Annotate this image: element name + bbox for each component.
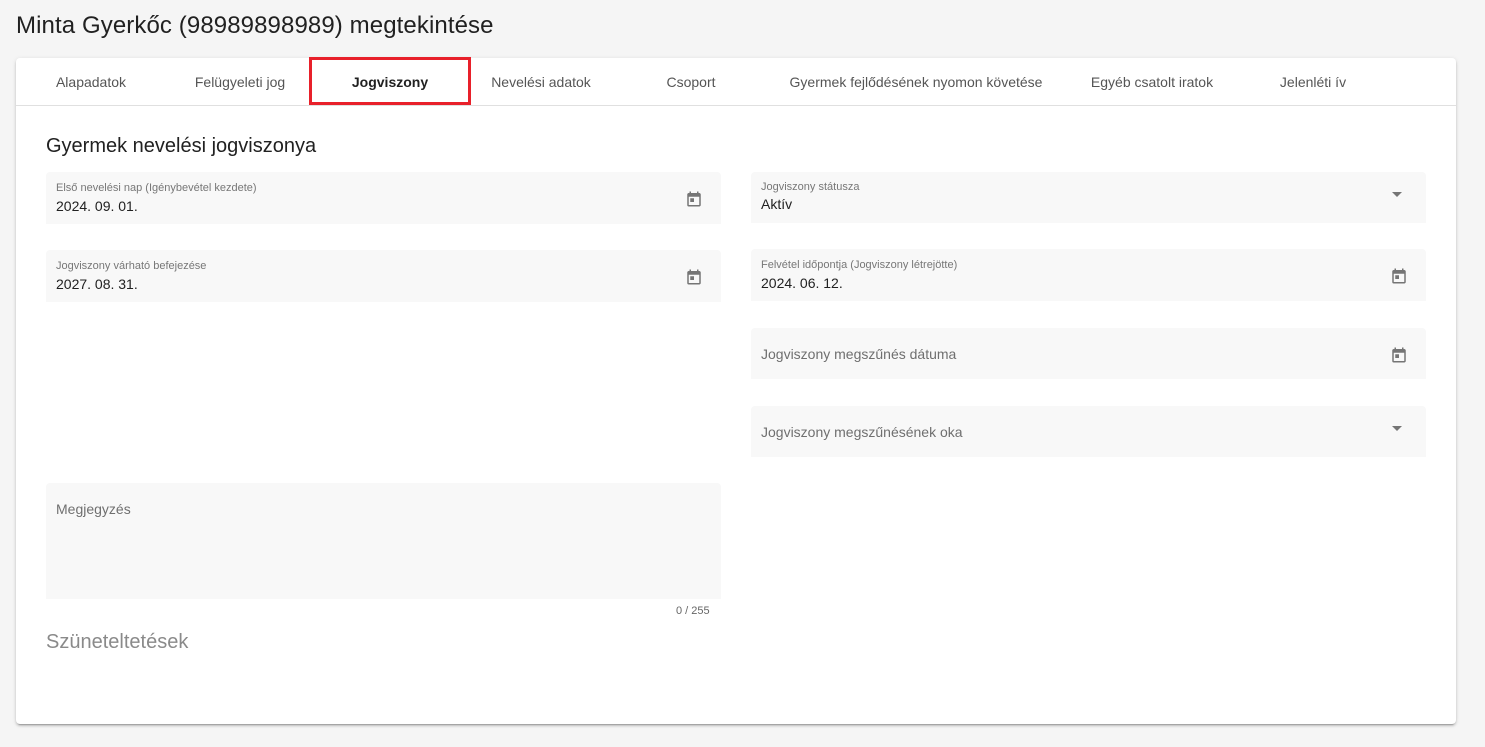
tab-jogviszony[interactable]: Jogviszony	[314, 58, 466, 106]
status-value: Aktív	[761, 196, 793, 212]
status-select[interactable]: Jogviszony státusza Aktív	[751, 172, 1426, 223]
expected-end-value: 2027. 08. 31.	[56, 276, 138, 292]
first-day-label: Első nevelési nap (Igénybevétel kezdete)	[56, 182, 257, 194]
termination-reason-select[interactable]: Jogviszony megszűnésének oka	[751, 406, 1426, 457]
tab-nevelesi-adatok[interactable]: Nevelési adatok	[466, 58, 616, 106]
tab-alapadatok[interactable]: Alapadatok	[16, 58, 166, 106]
note-textarea[interactable]: Megjegyzés	[46, 483, 721, 599]
calendar-icon[interactable]	[685, 268, 703, 286]
main-card: Alapadatok Felügyeleti jog Jogviszony Ne…	[16, 57, 1456, 724]
tab-gyermek-fejlodes[interactable]: Gyermek fejlődésének nyomon követése	[766, 58, 1066, 106]
calendar-icon[interactable]	[685, 190, 703, 208]
suspensions-title: Szüneteltetések	[46, 631, 189, 653]
note-char-counter: 0 / 255	[676, 605, 710, 617]
termination-reason-placeholder: Jogviszony megszűnésének oka	[761, 424, 963, 440]
calendar-icon[interactable]	[1390, 267, 1408, 285]
admission-date-field[interactable]: Felvétel időpontja (Jogviszony létrejött…	[751, 249, 1426, 301]
page-title: Minta Gyerkőc (98989898989) megtekintése	[16, 12, 494, 39]
dropdown-arrow-icon[interactable]	[1392, 192, 1402, 197]
note-placeholder: Megjegyzés	[56, 501, 131, 517]
tab-csoport[interactable]: Csoport	[616, 58, 766, 106]
tab-bar: Alapadatok Felügyeleti jog Jogviszony Ne…	[16, 57, 1456, 106]
termination-date-field[interactable]: Jogviszony megszűnés dátuma	[751, 328, 1426, 379]
first-day-value: 2024. 09. 01.	[56, 198, 138, 214]
admission-value: 2024. 06. 12.	[761, 275, 843, 291]
admission-label: Felvétel időpontja (Jogviszony létrejött…	[761, 259, 958, 271]
expected-end-label: Jogviszony várható befejezése	[56, 260, 207, 272]
expected-end-field[interactable]: Jogviszony várható befejezése 2027. 08. …	[46, 250, 721, 302]
tab-egyeb-csatolt-iratok[interactable]: Egyéb csatolt iratok	[1066, 58, 1238, 106]
tab-felugyeleti-jog[interactable]: Felügyeleti jog	[166, 58, 314, 106]
termination-date-placeholder: Jogviszony megszűnés dátuma	[761, 346, 957, 362]
status-label: Jogviszony státusza	[761, 181, 860, 193]
first-day-field[interactable]: Első nevelési nap (Igénybevétel kezdete)…	[46, 172, 721, 224]
tab-jelenleti-iv[interactable]: Jelenléti ív	[1238, 58, 1388, 106]
dropdown-arrow-icon[interactable]	[1392, 426, 1402, 431]
section-title: Gyermek nevelési jogviszonya	[46, 135, 317, 157]
calendar-icon[interactable]	[1390, 346, 1408, 364]
